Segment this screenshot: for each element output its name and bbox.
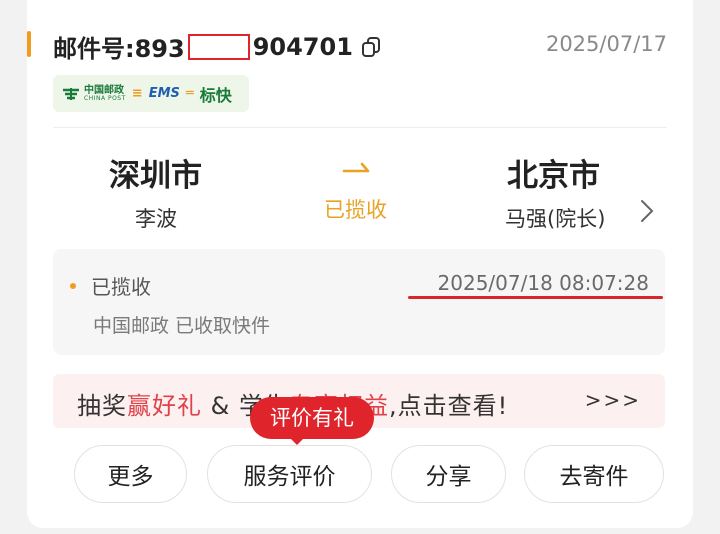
route-status: 已揽收 <box>324 198 387 222</box>
ems-wing-icon: ═ <box>185 86 194 101</box>
mail-number: 邮件号:893 904701 <box>53 29 383 64</box>
recipient-name: 马强(院长) <box>505 207 606 231</box>
red-underline-mark <box>408 296 663 299</box>
promo-more-link[interactable]: >>> <box>585 388 641 412</box>
promo-highlight-1: 赢好礼 <box>127 392 202 420</box>
share-button[interactable]: 分享 <box>391 445 506 503</box>
ems-wing-icon: ≡ <box>131 86 143 101</box>
mail-number-suffix: 904701 <box>252 32 353 61</box>
to-city: 北京市 <box>507 158 600 194</box>
service-rating-button[interactable]: 服务评价 <box>207 445 372 503</box>
shipment-card: 邮件号:893 904701 2025/07/17 中国邮政 CHINA POS… <box>27 0 693 528</box>
divider <box>53 127 667 128</box>
send-package-button[interactable]: 去寄件 <box>524 445 664 503</box>
from-city: 深圳市 <box>109 158 202 194</box>
tracking-description: 中国邮政 已收取快件 <box>93 315 271 337</box>
china-post-logo-en: CHINA POST <box>84 94 126 102</box>
service-type: 标快 <box>199 85 232 105</box>
tracking-status: 已揽收 <box>91 275 151 299</box>
accent-bar <box>27 31 31 57</box>
sender-name: 李波 <box>135 207 177 231</box>
carrier-tag: 中国邮政 CHINA POST ≡ EMS ═ 标快 <box>53 75 249 112</box>
right-arrow-icon <box>342 162 370 173</box>
tracking-time: 2025/07/18 08:07:28 <box>437 271 649 295</box>
promo-part-1: 抽奖 <box>77 392 127 420</box>
promo-part-3: ,点击查看! <box>388 392 509 420</box>
status-dot <box>70 283 76 289</box>
rating-reward-badge: 评价有礼 <box>250 397 374 439</box>
chevron-right-icon[interactable] <box>639 198 655 224</box>
badge-tail <box>289 437 305 445</box>
china-post-logo-cn: 中国邮政 <box>84 84 124 96</box>
redaction-box <box>187 33 250 60</box>
china-post-logo-icon: 中国邮政 CHINA POST <box>61 84 126 102</box>
order-date: 2025/07/17 <box>545 32 667 56</box>
more-button[interactable]: 更多 <box>74 445 187 503</box>
copy-icon[interactable] <box>359 35 383 59</box>
ems-logo: EMS <box>148 86 180 101</box>
mail-number-prefix: 邮件号:893 <box>53 35 185 63</box>
tracking-box[interactable]: 已揽收 2025/07/18 08:07:28 中国邮政 已收取快件 <box>53 249 665 355</box>
